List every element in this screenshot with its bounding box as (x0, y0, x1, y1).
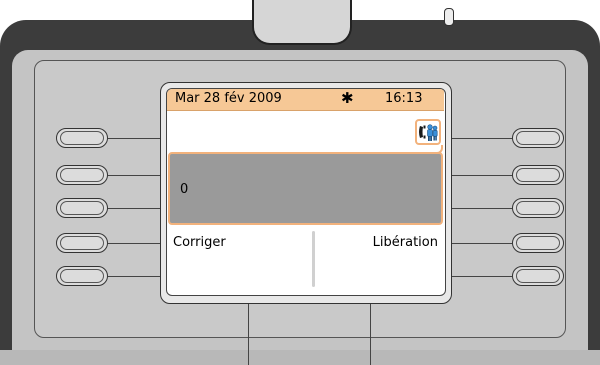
softkey-liberation[interactable]: Libération (373, 235, 438, 250)
right-key-3[interactable] (512, 198, 564, 218)
handset-with-people-icon[interactable] (415, 119, 441, 145)
right-key-2[interactable] (512, 165, 564, 185)
left-key-3-leader (108, 208, 166, 209)
phone-bottom-strip (0, 350, 600, 365)
softkey-corriger[interactable]: Corriger (173, 235, 226, 250)
softkey-divider (312, 231, 315, 287)
right-key-4[interactable] (512, 233, 564, 253)
right-key-5-leader (446, 276, 512, 277)
left-key-4-leader (108, 243, 166, 244)
date-text: Mar 28 fév 2009 (175, 91, 282, 106)
right-key-1-leader (446, 138, 512, 139)
left-key-5[interactable] (56, 266, 108, 286)
bottom-left-leader (248, 304, 249, 365)
left-key-2[interactable] (56, 165, 108, 185)
right-key-5[interactable] (512, 266, 564, 286)
left-key-3[interactable] (56, 198, 108, 218)
right-key-4-leader (446, 243, 512, 244)
right-key-2-leader (446, 175, 512, 176)
left-key-2-leader (108, 175, 166, 176)
right-key-1[interactable] (512, 128, 564, 148)
bottom-right-leader (370, 304, 371, 365)
status-bar: Mar 28 fév 2009 ✱ 16:13 (167, 89, 444, 111)
left-key-1[interactable] (56, 128, 108, 148)
message-led (444, 8, 454, 26)
right-key-3-leader (446, 208, 512, 209)
left-key-5-leader (108, 276, 166, 277)
display-screen: Mar 28 fév 2009 ✱ 16:13 0 Corriger Libér… (166, 88, 446, 296)
left-key-1-leader (108, 138, 166, 139)
left-key-4[interactable] (56, 233, 108, 253)
handset-cradle (252, 0, 352, 45)
dial-input-field[interactable]: 0 (168, 152, 443, 225)
sun-icon: ✱ (341, 89, 354, 107)
clock-time: 16:13 (385, 91, 423, 106)
dial-input-value: 0 (180, 182, 189, 197)
